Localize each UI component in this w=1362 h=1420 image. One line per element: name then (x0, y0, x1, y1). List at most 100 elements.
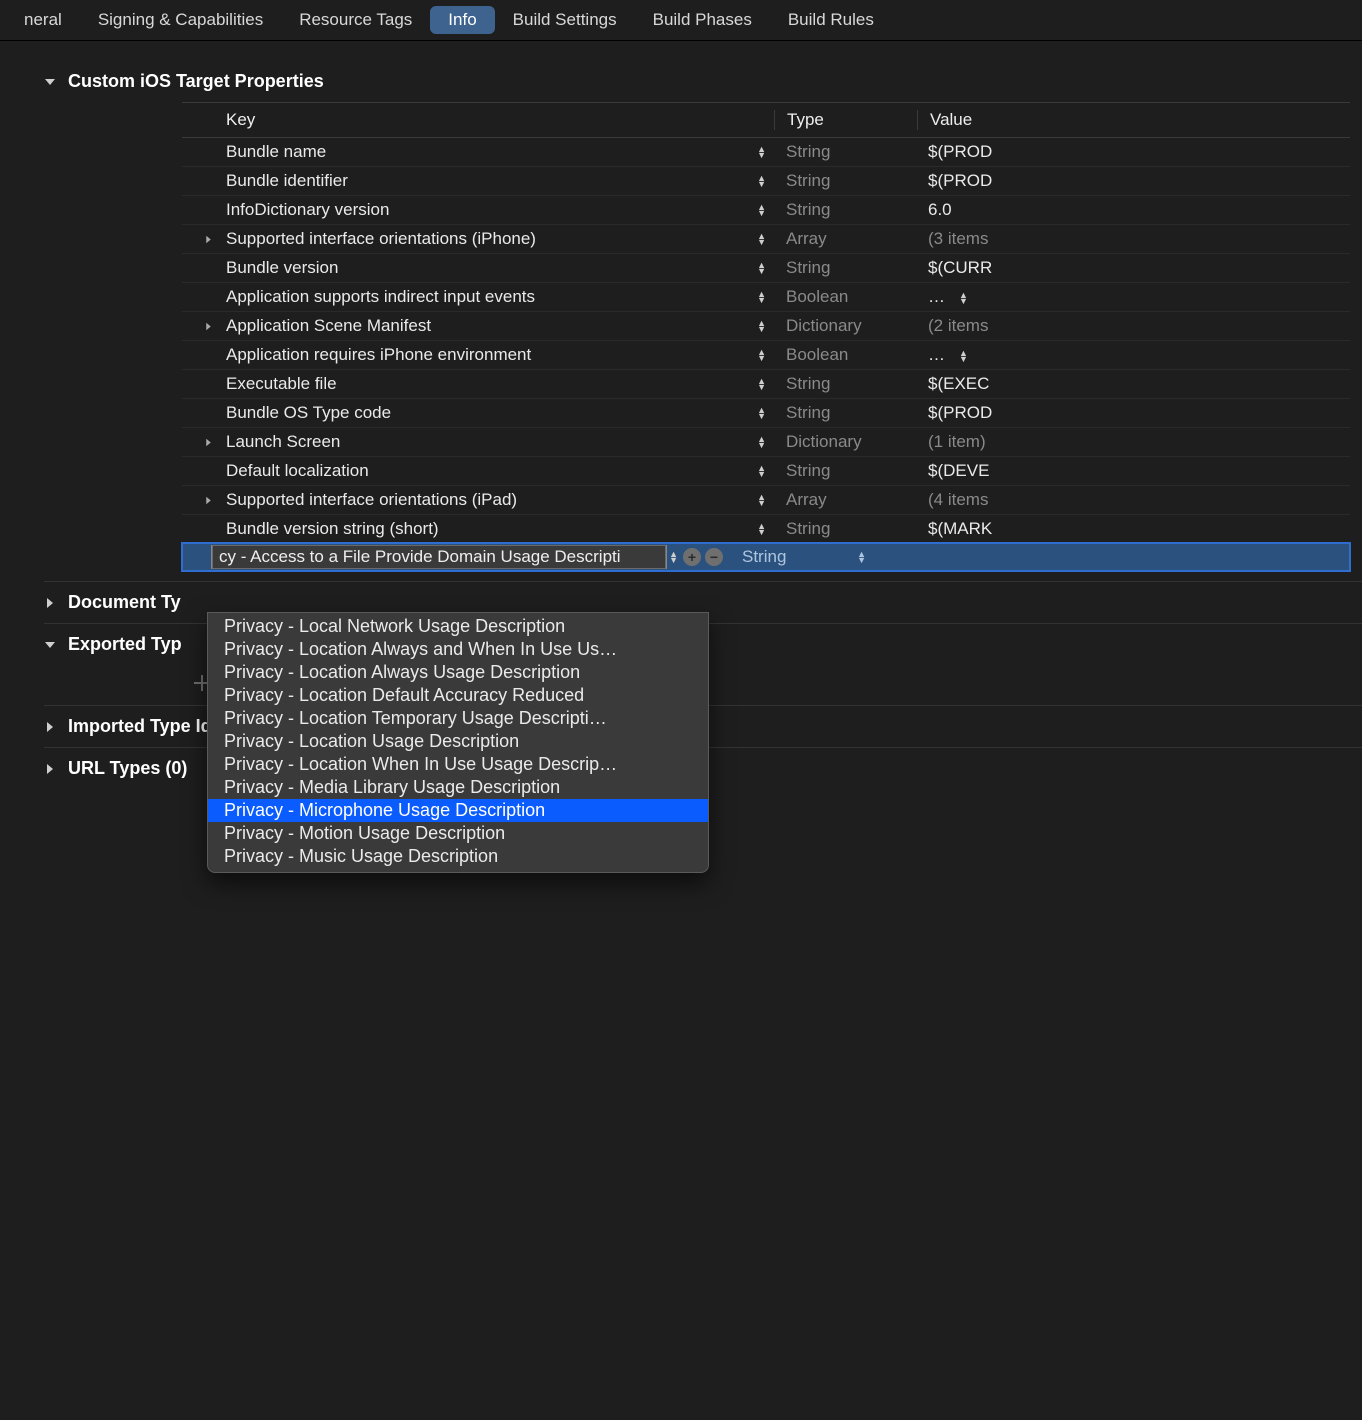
type-label[interactable]: String (774, 171, 916, 191)
type-label[interactable]: Dictionary (774, 316, 916, 336)
value-label[interactable]: $(PROD (916, 171, 1350, 191)
key-stepper-icon[interactable]: ▲▼ (757, 204, 766, 216)
dropdown-item[interactable]: Privacy - Location Always Usage Descript… (208, 661, 708, 684)
key-label: Default localization (226, 461, 369, 481)
col-value-header[interactable]: Value (917, 110, 1350, 130)
table-row[interactable]: Bundle identifier▲▼String$(PROD (182, 167, 1350, 196)
table-row[interactable]: Bundle version ▲▼ String$(CURR (182, 254, 1350, 283)
tab-build-settings[interactable]: Build Settings (495, 6, 635, 34)
key-stepper-icon[interactable]: ▲▼ (757, 436, 766, 448)
value-label[interactable]: $(PROD (916, 142, 1350, 162)
value-label[interactable]: $(CURR (916, 258, 1350, 278)
type-label[interactable]: String (774, 258, 916, 278)
dropdown-item[interactable]: Privacy - Location When In Use Usage Des… (208, 753, 708, 776)
value-label[interactable]: (2 items (916, 316, 1350, 336)
col-key-header[interactable]: Key (182, 110, 774, 130)
key-stepper-icon[interactable]: ▲▼ (757, 175, 766, 187)
key-stepper-icon[interactable]: ▲▼ (757, 146, 766, 158)
type-label[interactable]: String (774, 403, 916, 423)
dropdown-item[interactable]: Privacy - Motion Usage Description (208, 822, 708, 845)
dropdown-item[interactable]: Privacy - Location Always and When In Us… (208, 638, 708, 661)
disclosure-icon[interactable] (200, 490, 216, 510)
value-label[interactable]: …▲▼ (916, 345, 1350, 365)
table-row[interactable]: Application Scene Manifest▲▼Dictionary(2… (182, 312, 1350, 341)
type-label[interactable]: String (774, 374, 916, 394)
key-stepper-icon[interactable]: ▲▼ (757, 291, 766, 303)
dropdown-item[interactable]: Privacy - Location Default Accuracy Redu… (208, 684, 708, 707)
chevron-right-icon (44, 597, 56, 609)
dropdown-item[interactable]: Privacy - Local Network Usage Descriptio… (208, 615, 708, 638)
key-autocomplete-dropdown[interactable]: Privacy - Local Network Usage Descriptio… (207, 612, 709, 873)
value-label[interactable]: 6.0 (916, 200, 1350, 220)
value-label[interactable]: $(MARK (916, 519, 1350, 539)
key-input[interactable] (212, 545, 666, 569)
value-label[interactable]: (3 items (916, 229, 1350, 249)
table-row[interactable]: InfoDictionary version▲▼String6.0 (182, 196, 1350, 225)
value-label[interactable]: $(EXEC (916, 374, 1350, 394)
table-row[interactable]: Application supports indirect input even… (182, 283, 1350, 312)
type-label[interactable]: String (774, 519, 916, 539)
table-row[interactable]: Executable file▲▼String$(EXEC (182, 370, 1350, 399)
tab-neral[interactable]: neral (6, 6, 80, 34)
value-label[interactable]: …▲▼ (916, 287, 1350, 307)
type-label[interactable]: Dictionary (774, 432, 916, 452)
table-row[interactable]: Default localization ▲▼ String$(DEVE (182, 457, 1350, 486)
type-label[interactable]: Array (774, 229, 916, 249)
content-area: Custom iOS Target Properties Key Type Va… (0, 41, 1362, 789)
disclosure-icon[interactable] (200, 432, 216, 452)
key-stepper-icon[interactable]: ▲▼ (757, 320, 766, 332)
tab-resource-tags[interactable]: Resource Tags (281, 6, 430, 34)
col-type-header[interactable]: Type (774, 110, 917, 130)
editing-row[interactable]: ▲▼ + − String ▲▼ (182, 543, 1350, 571)
type-label[interactable]: String (774, 200, 916, 220)
bool-stepper-icon[interactable]: ▲▼ (959, 292, 968, 304)
table-row[interactable]: Bundle OS Type code ▲▼ String$(PROD (182, 399, 1350, 428)
table-row[interactable]: Launch Screen▲▼Dictionary(1 item) (182, 428, 1350, 457)
dropdown-item[interactable]: Privacy - Location Usage Description (208, 730, 708, 753)
type-label[interactable]: String (774, 461, 916, 481)
value-label[interactable]: $(DEVE (916, 461, 1350, 481)
key-stepper-icon[interactable]: ▲▼ (757, 378, 766, 390)
dropdown-item[interactable]: Privacy - Location Temporary Usage Descr… (208, 707, 708, 730)
key-stepper-icon[interactable]: ▲▼ (757, 349, 766, 361)
table-row[interactable]: Application requires iPhone environment ▲… (182, 341, 1350, 370)
type-label[interactable]: String (774, 142, 916, 162)
key-stepper-icon[interactable]: ▲▼ (757, 494, 766, 506)
editing-type[interactable]: String ▲▼ (730, 547, 872, 567)
key-stepper-icon[interactable]: ▲▼ (757, 407, 766, 419)
disclosure-icon[interactable] (200, 316, 216, 336)
table-row[interactable]: Bundle version string (short)▲▼String$(M… (182, 515, 1350, 543)
key-label: Application requires iPhone environment (226, 345, 531, 365)
dropdown-item[interactable]: Privacy - Music Usage Description (208, 845, 708, 868)
key-stepper-icon[interactable]: ▲▼ (757, 262, 766, 274)
bool-stepper-icon[interactable]: ▲▼ (959, 350, 968, 362)
remove-key-button[interactable]: − (705, 548, 723, 566)
add-key-button[interactable]: + (683, 548, 701, 566)
plist-table: Key Type Value Bundle name▲▼String$(PROD… (182, 102, 1350, 571)
type-stepper-icon[interactable]: ▲▼ (857, 551, 866, 563)
table-row[interactable]: Bundle name▲▼String$(PROD (182, 138, 1350, 167)
key-stepper-icon[interactable]: ▲▼ (757, 523, 766, 535)
value-label[interactable]: (1 item) (916, 432, 1350, 452)
tab-info[interactable]: Info (430, 6, 494, 34)
key-label: Bundle OS Type code (226, 403, 391, 423)
tab-build-rules[interactable]: Build Rules (770, 6, 892, 34)
key-stepper-icon[interactable]: ▲▼ (757, 465, 766, 477)
tab-signing-capabilities[interactable]: Signing & Capabilities (80, 6, 281, 34)
type-label[interactable]: Boolean (774, 287, 916, 307)
key-stepper-icon[interactable]: ▲▼ (669, 551, 678, 563)
dropdown-item[interactable]: Privacy - Microphone Usage Description (208, 799, 708, 822)
custom-ios-target-properties: Custom iOS Target Properties Key Type Va… (44, 61, 1362, 571)
table-row[interactable]: Supported interface orientations (iPhone… (182, 225, 1350, 254)
tab-build-phases[interactable]: Build Phases (635, 6, 770, 34)
table-row[interactable]: Supported interface orientations (iPad)▲… (182, 486, 1350, 515)
value-label[interactable]: (4 items (916, 490, 1350, 510)
type-label[interactable]: Boolean (774, 345, 916, 365)
dropdown-item[interactable]: Privacy - Media Library Usage Descriptio… (208, 776, 708, 799)
value-label[interactable]: $(PROD (916, 403, 1350, 423)
key-stepper-icon[interactable]: ▲▼ (757, 233, 766, 245)
type-label[interactable]: Array (774, 490, 916, 510)
section-header[interactable]: Custom iOS Target Properties (44, 61, 1362, 102)
disclosure-icon[interactable] (200, 229, 216, 249)
key-label: Bundle version (226, 258, 338, 278)
